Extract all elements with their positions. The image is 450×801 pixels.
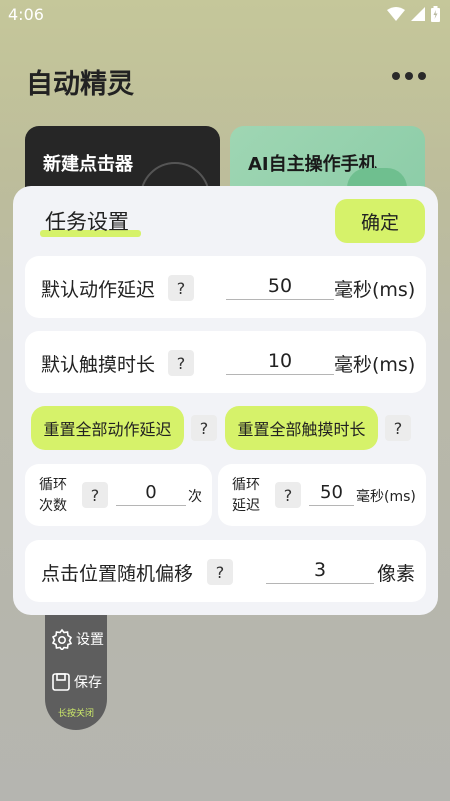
random-offset-unit: 像素 xyxy=(377,563,416,585)
status-icons xyxy=(387,6,440,22)
reset-delay-help-button[interactable]: ? xyxy=(191,415,217,441)
reset-touch-help-button[interactable]: ? xyxy=(385,415,411,441)
loop-count-unit: 次 xyxy=(188,489,202,505)
app-title: 自动精灵 xyxy=(26,69,134,100)
loop-delay-help-button[interactable]: ? xyxy=(275,482,301,508)
action-delay-help-button[interactable]: ? xyxy=(168,275,194,301)
touch-duration-unit: 毫秒(ms) xyxy=(334,354,416,376)
save-icon xyxy=(52,673,70,691)
loop-count-input[interactable]: 0 xyxy=(116,482,186,506)
touch-duration-label: 默认触摸时长 xyxy=(41,354,156,376)
reset-all-delay-button[interactable]: 重置全部动作延迟 xyxy=(31,406,184,450)
wifi-icon xyxy=(387,7,405,21)
action-delay-row: 默认动作延迟 ? 50 毫秒(ms) xyxy=(25,256,426,318)
float-settings-button[interactable]: 设置 xyxy=(51,628,104,650)
loop-delay-input[interactable]: 50 xyxy=(309,482,354,506)
float-save-label: 保存 xyxy=(74,675,102,691)
loop-count-box: 循环 次数 ? 0 次 xyxy=(25,464,212,526)
confirm-button[interactable]: 确定 xyxy=(335,199,425,243)
task-settings-dialog: 任务设置 确定 默认动作延迟 ? 50 毫秒(ms) 默认触摸时长 ? 10 毫… xyxy=(13,186,438,615)
touch-duration-input[interactable]: 10 xyxy=(226,350,334,375)
float-close-hint: 长按关闭 xyxy=(57,709,94,719)
random-offset-row: 点击位置随机偏移 ? 3 像素 xyxy=(25,540,426,602)
new-clicker-title: 新建点击器 xyxy=(43,154,133,175)
random-offset-label: 点击位置随机偏移 xyxy=(41,563,194,585)
touch-duration-help-button[interactable]: ? xyxy=(168,350,194,376)
action-delay-input[interactable]: 50 xyxy=(226,275,334,300)
loop-delay-unit: 毫秒(ms) xyxy=(356,489,416,505)
floating-control-panel[interactable]: 设置 保存 长按关闭 xyxy=(45,600,107,730)
random-offset-input[interactable]: 3 xyxy=(266,559,374,584)
action-delay-label: 默认动作延迟 xyxy=(41,279,156,301)
loop-count-help-button[interactable]: ? xyxy=(82,482,108,508)
loop-delay-label-line2: 延迟 xyxy=(232,498,260,514)
gear-icon xyxy=(51,628,73,650)
battery-icon xyxy=(431,6,440,22)
loop-delay-box: 循环 延迟 ? 50 毫秒(ms) xyxy=(218,464,426,526)
touch-duration-row: 默认触摸时长 ? 10 毫秒(ms) xyxy=(25,331,426,393)
random-offset-help-button[interactable]: ? xyxy=(207,559,233,585)
float-save-button[interactable]: 保存 xyxy=(51,672,102,692)
loop-count-label-line1: 循环 xyxy=(39,477,67,493)
dialog-title: 任务设置 xyxy=(45,210,129,234)
action-delay-unit: 毫秒(ms) xyxy=(334,279,416,301)
loop-count-label-line2: 次数 xyxy=(39,498,67,514)
float-settings-label: 设置 xyxy=(76,632,104,648)
status-time: 4:06 xyxy=(8,5,44,24)
reset-all-touch-button[interactable]: 重置全部触摸时长 xyxy=(225,406,378,450)
signal-icon xyxy=(411,7,425,21)
status-bar: 4:06 xyxy=(0,0,450,32)
more-options-icon[interactable] xyxy=(392,72,426,80)
loop-delay-label-line1: 循环 xyxy=(232,477,260,493)
